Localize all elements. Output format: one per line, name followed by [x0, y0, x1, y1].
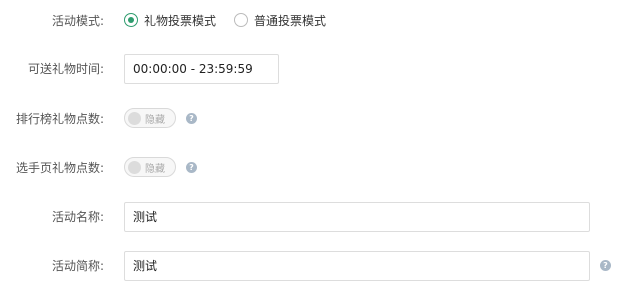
ranking-points-toggle[interactable]: 隐藏	[124, 108, 176, 128]
activity-name-field	[124, 201, 590, 232]
activity-short-name-field: ?	[124, 250, 611, 281]
contestant-points-label: 选手页礼物点数:	[15, 160, 104, 175]
activity-short-name-row: 活动简称: ?	[0, 250, 640, 281]
ranking-points-row: 排行榜礼物点数: 隐藏 ?	[0, 108, 640, 128]
ranking-points-label: 排行榜礼物点数:	[15, 111, 104, 126]
activity-mode-radio-group: 礼物投票模式 普通投票模式	[124, 12, 344, 29]
gift-time-label: 可送礼物时间:	[27, 62, 104, 76]
activity-mode-label: 活动模式:	[51, 13, 104, 28]
question-circle-icon[interactable]: ?	[186, 112, 197, 124]
radio-unchecked-icon	[234, 13, 249, 27]
toggle-knob	[128, 111, 141, 125]
gift-time-field	[124, 53, 279, 84]
radio-checked-icon	[124, 13, 138, 27]
activity-short-name-input[interactable]	[124, 250, 590, 281]
ranking-points-toggle-text: 隐藏	[145, 114, 165, 126]
question-circle-icon[interactable]: ?	[186, 161, 197, 173]
activity-name-row: 活动名称:	[0, 201, 640, 232]
radio-gift-vote-mode[interactable]: 礼物投票模式	[124, 12, 216, 29]
ranking-points-field: 隐藏 ?	[124, 108, 197, 128]
radio-gift-vote-mode-label: 礼物投票模式	[144, 13, 217, 28]
gift-time-row: 可送礼物时间:	[0, 53, 640, 84]
question-circle-icon[interactable]: ?	[600, 260, 611, 271]
contestant-points-row: 选手页礼物点数: 隐藏 ?	[0, 157, 640, 177]
activity-settings-form: 活动模式: 礼物投票模式 普通投票模式 可送礼物时间: 排行榜礼物点数: 隐藏 …	[0, 0, 640, 295]
gift-time-range-input[interactable]	[124, 53, 279, 84]
radio-normal-vote-mode-label: 普通投票模式	[254, 13, 327, 28]
contestant-points-toggle-text: 隐藏	[145, 163, 165, 175]
activity-name-label: 活动名称:	[51, 210, 104, 224]
radio-normal-vote-mode[interactable]: 普通投票模式	[234, 12, 326, 29]
activity-short-name-label: 活动简称:	[51, 259, 104, 273]
toggle-knob	[128, 160, 141, 174]
contestant-points-field: 隐藏 ?	[124, 157, 197, 177]
activity-mode-row: 活动模式: 礼物投票模式 普通投票模式	[0, 8, 640, 32]
activity-name-input[interactable]	[124, 201, 590, 232]
contestant-points-toggle[interactable]: 隐藏	[124, 157, 176, 177]
